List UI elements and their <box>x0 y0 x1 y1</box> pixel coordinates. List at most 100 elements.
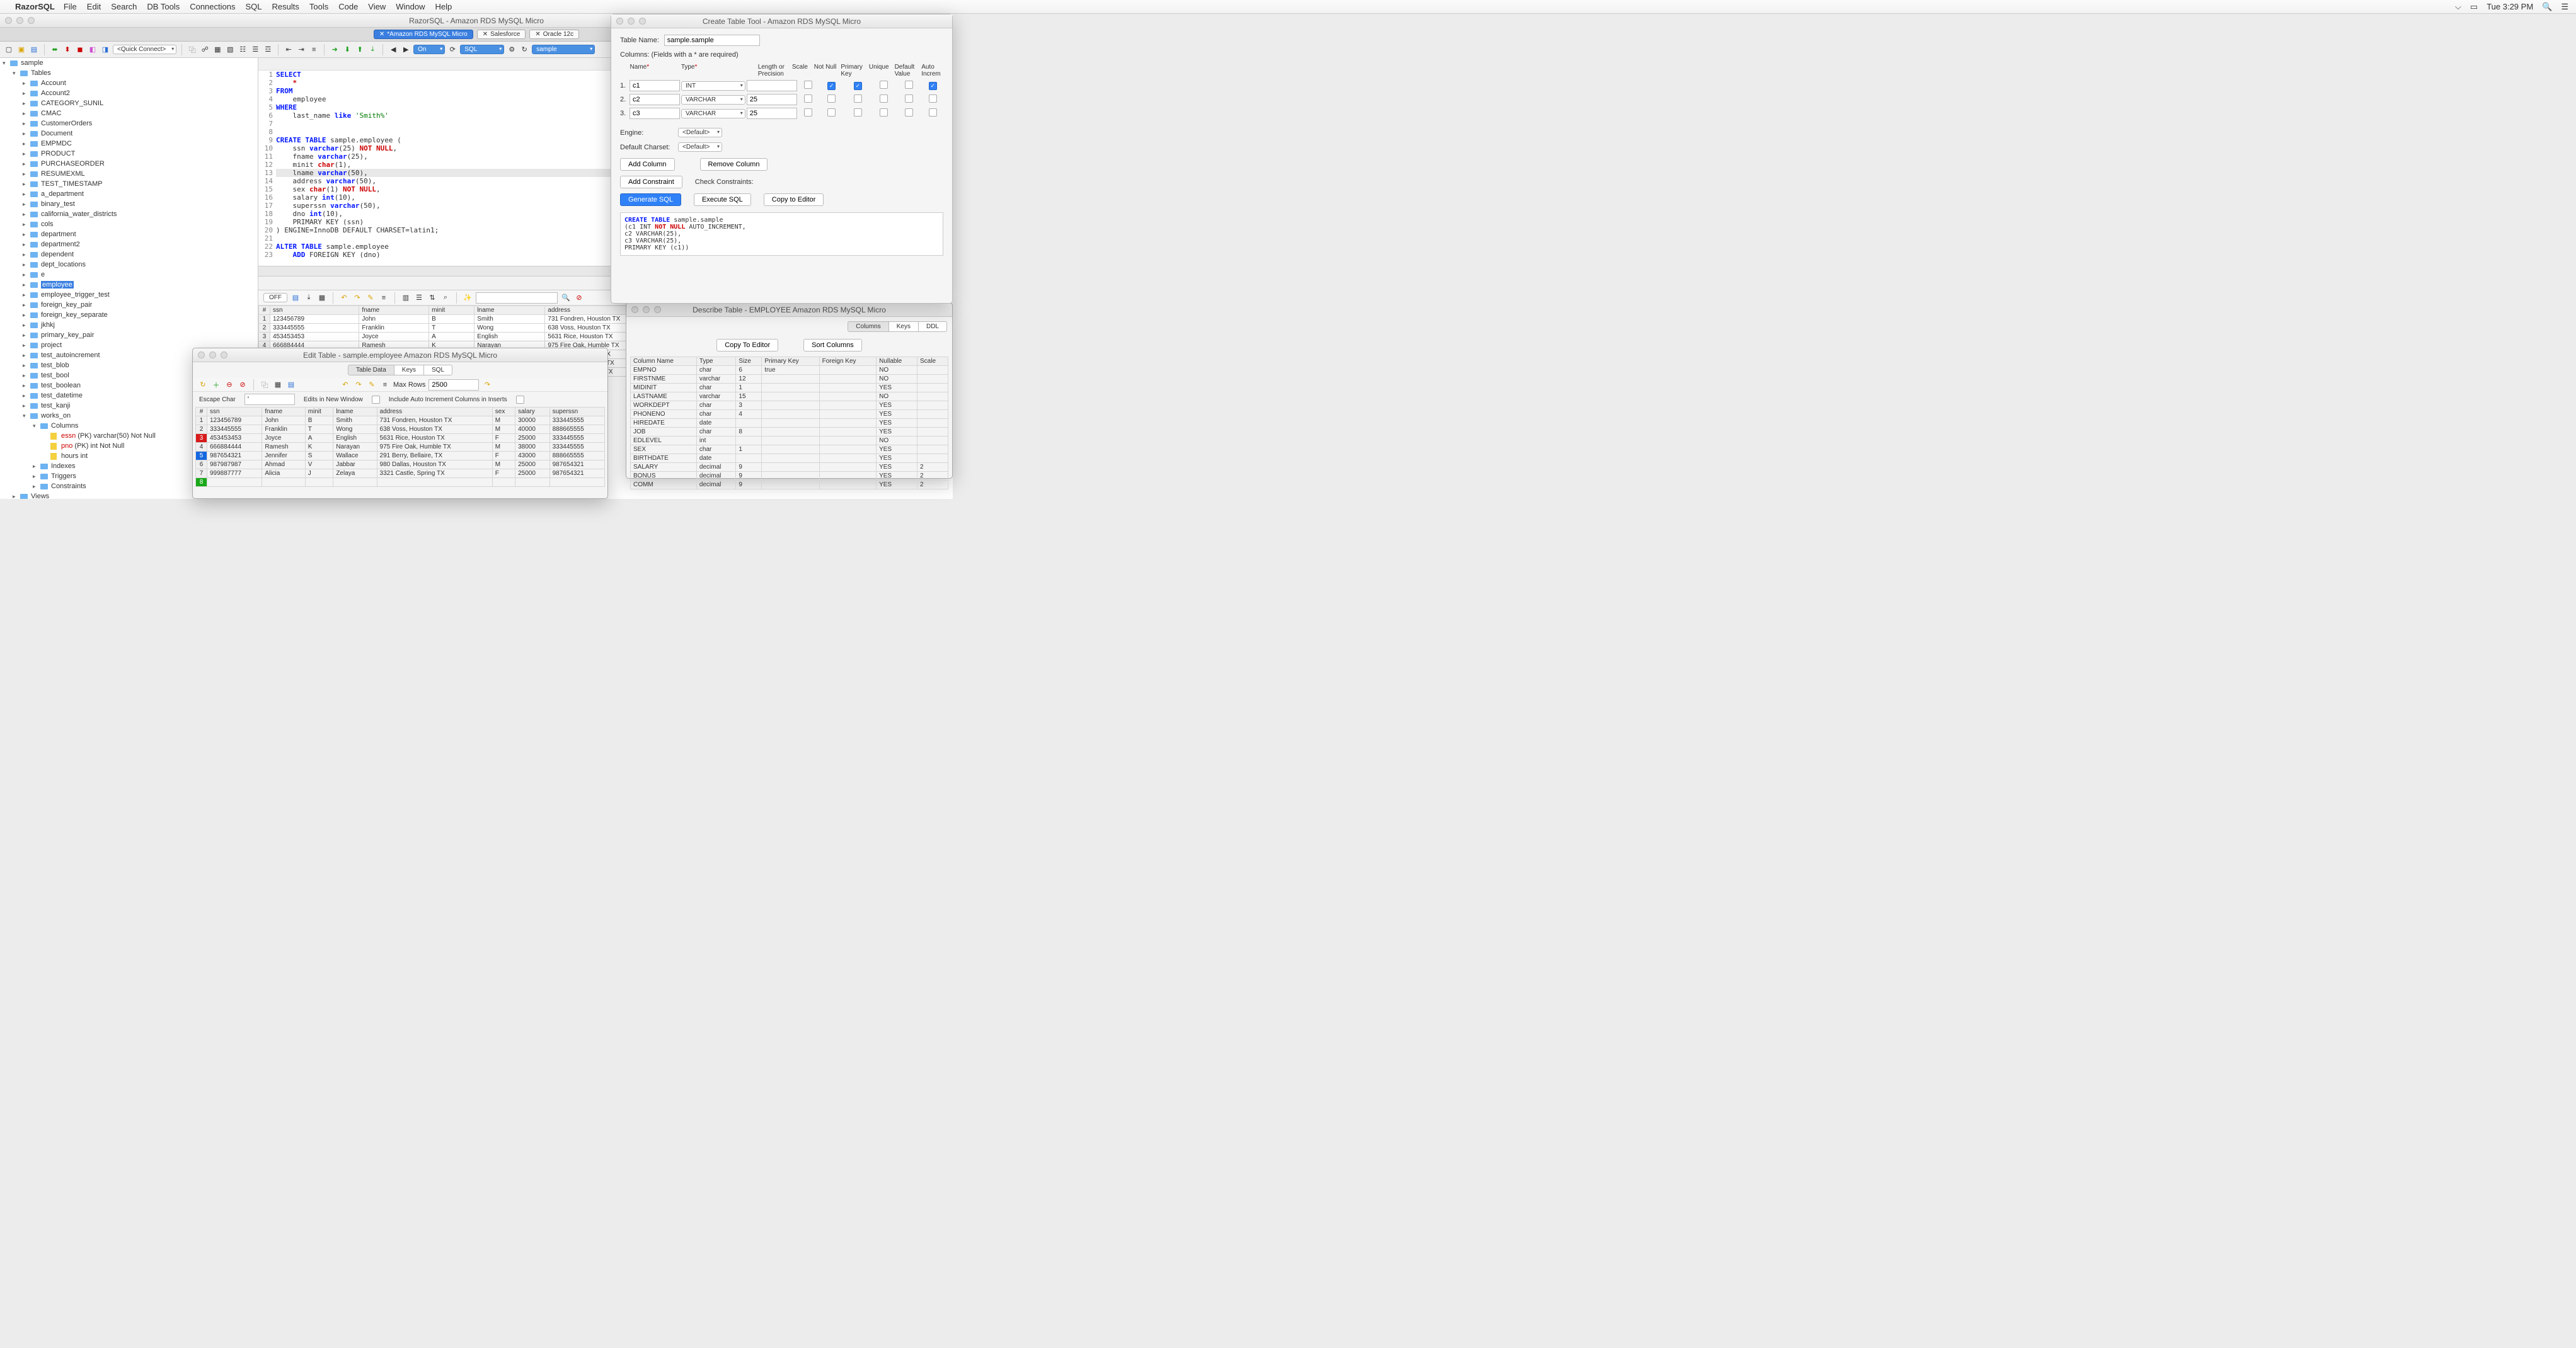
cell[interactable]: 987654321 <box>207 452 262 460</box>
checkbox[interactable] <box>880 81 888 89</box>
save-results-icon[interactable]: ▤ <box>290 293 301 303</box>
menu-file[interactable]: File <box>64 2 77 11</box>
cell[interactable]: John <box>262 416 305 425</box>
include-auto-incr-checkbox[interactable] <box>516 396 524 404</box>
copy-to-editor-button[interactable]: Copy To Editor <box>716 339 778 351</box>
cell[interactable]: Smith <box>333 416 377 425</box>
sort-columns-button[interactable]: Sort Columns <box>803 339 862 351</box>
tree-table[interactable]: ▸foreign_key_pair <box>0 300 258 310</box>
checkbox[interactable] <box>854 108 862 117</box>
rows-icon[interactable]: ☷ <box>238 45 248 55</box>
describe-tab[interactable]: Keys <box>889 321 919 332</box>
cell[interactable]: 666884444 <box>207 443 262 452</box>
col-name-input[interactable] <box>630 108 680 119</box>
add-column-button[interactable]: Add Column <box>620 158 675 171</box>
cell[interactable] <box>377 478 492 487</box>
col-header[interactable]: ssn <box>207 408 262 416</box>
tree-table[interactable]: ▸a_department <box>0 189 258 199</box>
schema-combo[interactable]: sample <box>532 45 595 54</box>
cell[interactable]: 333445555 <box>270 324 359 333</box>
copy-icon[interactable]: ⿻ <box>187 45 197 55</box>
cell[interactable]: Joyce <box>262 434 305 443</box>
tree-table[interactable]: ▸CMAC <box>0 108 258 118</box>
run-icon[interactable]: ➜ <box>330 45 340 55</box>
tree-table[interactable]: ▸EMPMDC <box>0 139 258 149</box>
cell[interactable]: 333445555 <box>207 425 262 434</box>
cell[interactable] <box>305 478 333 487</box>
cell[interactable]: Ramesh <box>262 443 305 452</box>
cell[interactable]: Zelaya <box>333 469 377 478</box>
tree-table[interactable]: ▸Account2 <box>0 88 258 98</box>
search-icon[interactable]: 🔍 <box>2542 2 2552 12</box>
col-header[interactable]: Type <box>696 357 736 366</box>
col-header[interactable]: Foreign Key <box>819 357 877 366</box>
prev-icon[interactable]: ◀ <box>388 45 398 55</box>
cell[interactable]: 987654321 <box>549 469 604 478</box>
describe-tab[interactable]: Columns <box>848 321 888 332</box>
cell[interactable]: Smith <box>474 315 545 324</box>
edits-new-window-checkbox[interactable] <box>372 396 380 404</box>
close-icon[interactable] <box>198 351 205 358</box>
cell[interactable]: Wallace <box>333 452 377 460</box>
col-header[interactable]: minit <box>305 408 333 416</box>
checkbox[interactable] <box>804 94 812 103</box>
layout1-icon[interactable]: ☰ <box>250 45 260 55</box>
tree-table[interactable]: ▸PURCHASEORDER <box>0 159 258 169</box>
menu-search[interactable]: Search <box>111 2 137 11</box>
checkbox[interactable] <box>804 81 812 89</box>
cell[interactable]: Joyce <box>359 333 429 341</box>
cell[interactable]: 333445555 <box>549 416 604 425</box>
edit-table-tab[interactable]: SQL <box>424 365 452 375</box>
run-up-icon[interactable]: ⬆ <box>355 45 365 55</box>
checkbox[interactable] <box>905 94 913 103</box>
open-icon[interactable]: ▣ <box>16 45 26 55</box>
go-icon[interactable]: ↷ <box>482 380 492 390</box>
menu-window[interactable]: Window <box>396 2 425 11</box>
checkbox[interactable]: ✓ <box>854 82 862 90</box>
tree-table[interactable]: ▸RESUMEXML <box>0 169 258 179</box>
minimize-icon[interactable] <box>628 18 635 25</box>
indent-right-icon[interactable]: ⇥ <box>296 45 306 55</box>
close-tab-icon[interactable]: ✕ <box>483 31 488 38</box>
tree-table[interactable]: ▸foreign_key_separate <box>0 310 258 320</box>
menu-db-tools[interactable]: DB Tools <box>147 2 180 11</box>
cell[interactable]: F <box>492 452 515 460</box>
cell[interactable]: 987654321 <box>549 460 604 469</box>
filter2-icon[interactable]: ⌕ <box>440 293 451 303</box>
col-header[interactable]: minit <box>429 306 474 315</box>
cell[interactable]: Wong <box>333 425 377 434</box>
db-icon[interactable]: ◧ <box>88 45 98 55</box>
export-icon[interactable]: ⤓ <box>304 293 314 303</box>
menu-edit[interactable]: Edit <box>87 2 101 11</box>
cell[interactable]: 975 Fire Oak, Humble TX <box>377 443 492 452</box>
zoom-icon[interactable] <box>639 18 646 25</box>
format-icon[interactable]: ≡ <box>380 380 390 390</box>
cell[interactable]: Franklin <box>359 324 429 333</box>
close-icon[interactable] <box>616 18 623 25</box>
cell[interactable] <box>549 478 604 487</box>
search-results-icon[interactable]: 🔍 <box>561 293 571 303</box>
battery-icon[interactable]: ▭ <box>2470 2 2478 12</box>
cell[interactable]: 3321 Castle, Spring TX <box>377 469 492 478</box>
col-header[interactable]: Primary Key <box>762 357 819 366</box>
close-tab-icon[interactable]: ✕ <box>535 31 540 38</box>
checkbox[interactable] <box>880 108 888 117</box>
cell[interactable]: English <box>474 333 545 341</box>
cell[interactable]: Narayan <box>333 443 377 452</box>
col-name-input[interactable] <box>630 94 680 105</box>
clock[interactable]: Tue 3:29 PM <box>2487 2 2533 11</box>
cell[interactable]: M <box>492 443 515 452</box>
tree-table[interactable]: ▸CustomerOrders <box>0 118 258 129</box>
sort-icon[interactable]: ⇅ <box>427 293 437 303</box>
tree-table[interactable]: ▸cols <box>0 219 258 229</box>
cell[interactable]: F <box>492 434 515 443</box>
cell[interactable]: 5631 Rice, Houston TX <box>377 434 492 443</box>
copy-to-editor-button[interactable]: Copy to Editor <box>764 193 824 206</box>
add-row-icon[interactable]: ＋ <box>211 380 221 390</box>
cell[interactable]: V <box>305 460 333 469</box>
cell[interactable]: M <box>492 416 515 425</box>
tree-table[interactable]: ▸jkhkj <box>0 320 258 330</box>
cell[interactable]: A <box>305 434 333 443</box>
menu-view[interactable]: View <box>368 2 386 11</box>
tree-table[interactable]: ▸employee_trigger_test <box>0 290 258 300</box>
